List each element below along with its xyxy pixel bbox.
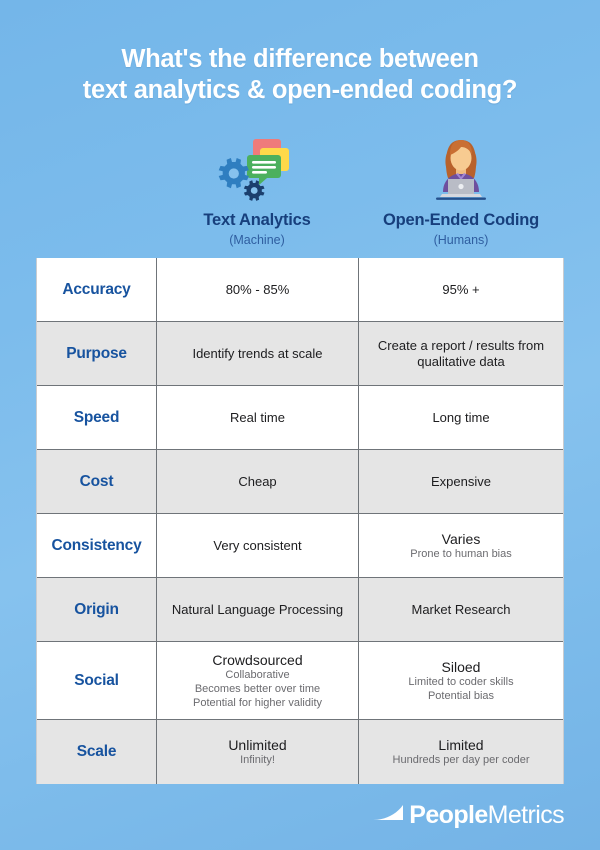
cell-sub-text: Hundreds per day per coder [392,754,530,766]
cell-sub-text: Collaborative [225,668,290,681]
logo-metrics-text: Metrics [487,801,565,829]
cell-main-text: Cheap [238,473,277,489]
row-value-text-analytics: Identify trends at scale [157,322,359,385]
row-value-text-analytics: Natural Language Processing [157,578,359,641]
row-value-open-ended-coding: Varies Prone to human bias [359,514,563,577]
cell-main-text: Create a report / results from qualitati… [377,337,545,369]
column-header-text-analytics: Text Analytics (Machine) [156,136,358,247]
row-value-open-ended-coding: Expensive [359,450,563,513]
row-label: Accuracy [37,258,157,321]
cell-sub-text: Becomes better over time [194,682,321,695]
cell-sub-text: Potential bias [427,689,495,702]
table-row: Origin Natural Language Processing Marke… [37,578,563,642]
row-label: Consistency [37,514,157,577]
row-label: Speed [37,386,157,449]
speech-bubbles-gears-icon [156,136,358,202]
row-value-open-ended-coding: 95% + [359,258,563,321]
row-value-text-analytics: Real time [157,386,359,449]
cell-main-text: Varies [441,530,481,547]
cell-main-text: Siloed [441,658,481,675]
swoosh-icon [372,803,406,828]
cell-sub-text: Prone to human bias [410,547,512,560]
column-subtitle: (Machine) [229,233,285,247]
cell-main-text: Real time [230,409,285,425]
title-line-1: What's the difference between [121,45,479,73]
table-row: Cost Cheap Expensive [37,450,563,514]
table-row: Accuracy 80% - 85% 95% + [37,258,563,322]
cell-main-text: Expensive [431,473,491,489]
comparison-table: Accuracy 80% - 85% 95% + Purpose Identif… [36,258,564,784]
column-header-open-ended-coding: Open-Ended Coding (Humans) [358,136,564,247]
cell-main-text: Unlimited [228,737,287,753]
table-row: Scale Unlimited Infinity! Limited Hundre… [37,720,563,784]
row-label: Cost [37,450,157,513]
cell-main-text: 80% - 85% [225,281,290,297]
cell-main-text: 95% + [442,281,480,297]
cell-main-text: Long time [432,409,490,425]
page-title: What's the difference between text analy… [0,0,600,106]
row-label: Purpose [37,322,157,385]
row-value-text-analytics: 80% - 85% [157,258,359,321]
column-headers: Text Analytics (Machine) Open-Ended Codi… [156,136,564,247]
column-title: Text Analytics [203,211,311,229]
row-value-open-ended-coding: Limited Hundreds per day per coder [359,720,563,784]
table-row: Social Crowdsourced Collaborative Become… [37,642,563,720]
row-value-open-ended-coding: Create a report / results from qualitati… [359,322,563,385]
column-title: Open-Ended Coding [382,211,540,229]
table-row: Consistency Very consistent Varies Prone… [37,514,563,578]
column-subtitle: (Humans) [433,233,489,247]
cell-sub-text: Limited to coder skills [408,675,514,688]
row-value-open-ended-coding: Siloed Limited to coder skills Potential… [359,642,563,719]
cell-main-text: Crowdsourced [212,651,303,668]
infographic-poster: What's the difference between text analy… [0,0,600,850]
logo-wordmark: PeopleMetrics [409,803,564,828]
title-line-2: text analytics & open-ended coding? [82,76,518,104]
cell-main-text: Very consistent [213,537,302,553]
cell-sub-text: Infinity! [240,754,275,766]
row-label: Origin [37,578,157,641]
person-at-laptop-icon [358,136,564,202]
row-value-text-analytics: Unlimited Infinity! [157,720,359,784]
cell-sub-text: Potential for higher validity [192,696,322,709]
logo-people-text: People [409,801,488,829]
row-label: Scale [37,720,157,784]
table-row: Purpose Identify trends at scale Create … [37,322,563,386]
cell-main-text: Natural Language Processing [171,601,344,617]
cell-main-text: Limited [438,737,484,753]
row-value-open-ended-coding: Long time [359,386,563,449]
cell-main-text: Identify trends at scale [192,345,323,361]
row-label: Social [37,642,157,719]
row-value-text-analytics: Very consistent [157,514,359,577]
table-row: Speed Real time Long time [37,386,563,450]
row-value-text-analytics: Cheap [157,450,359,513]
row-value-text-analytics: Crowdsourced Collaborative Becomes bette… [157,642,359,719]
row-value-open-ended-coding: Market Research [359,578,563,641]
cell-main-text: Market Research [411,601,511,617]
peoplemetrics-logo: PeopleMetrics [0,803,565,828]
